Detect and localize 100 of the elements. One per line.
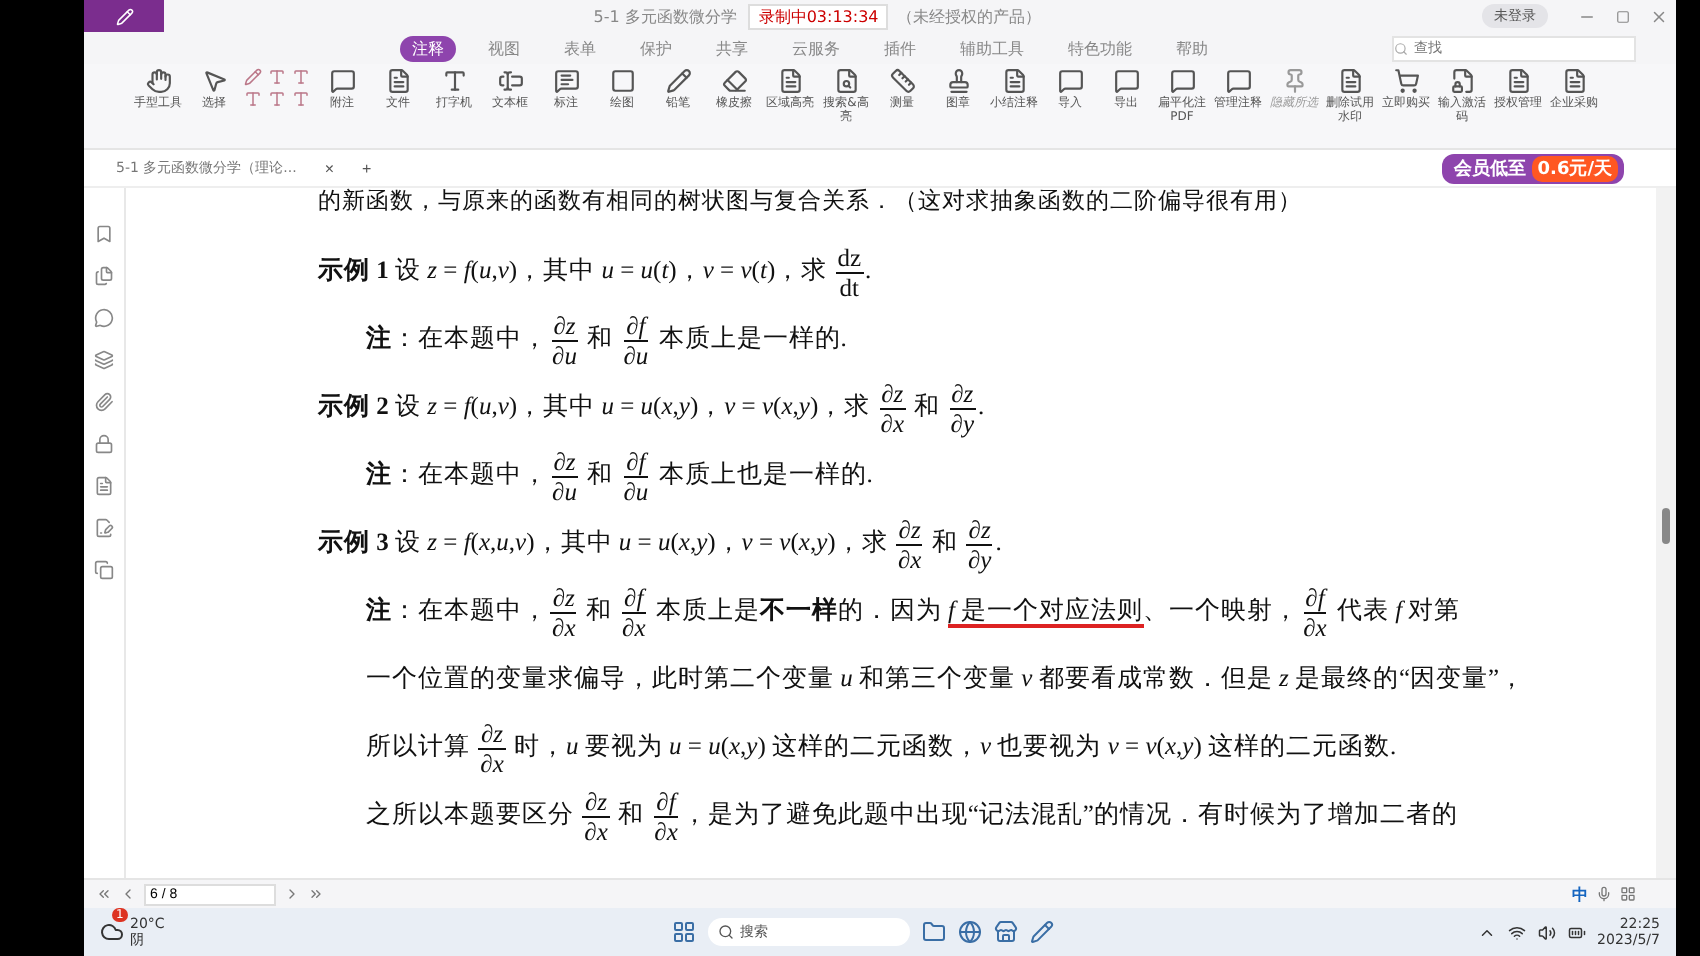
scrollbar[interactable] (1656, 188, 1676, 878)
math-text: ：在本题中， (392, 596, 548, 624)
layers-icon[interactable] (94, 350, 114, 370)
math-text: 此时第二个变量 u 和第三个变量 v 都要看成常数． (652, 664, 1221, 692)
math-text: . (865, 256, 872, 284)
fraction: ∂z ∂y (948, 379, 977, 438)
example-label: 注 (366, 596, 392, 624)
fraction: dz dt (835, 243, 864, 302)
battery-icon[interactable] (1567, 923, 1586, 941)
document-icon (777, 68, 803, 94)
math-text: 但是 z 是最终的“因变量”， (1220, 664, 1526, 692)
fraction: ∂f ∂x (620, 583, 648, 642)
fraction: ∂f ∂x (652, 787, 680, 846)
math-text: ：在本题中， (392, 324, 548, 352)
folder-icon[interactable] (922, 920, 946, 944)
ruler-icon (889, 68, 915, 94)
promo-label: 会员低至 (1453, 157, 1526, 181)
rectangle-icon (609, 68, 635, 94)
recording-timer: 录制中03:13:34 (748, 3, 889, 29)
previous-page-icon[interactable] (120, 886, 136, 902)
math-text: 和 (929, 528, 960, 556)
math-text: 一个位置的变量求偏导， (366, 664, 652, 692)
math-text: 所以计算 (366, 732, 472, 760)
math-text: ：在本题中， (392, 460, 548, 488)
fraction: ∂z ∂u (550, 447, 579, 506)
fraction: ∂f ∂u (621, 311, 651, 370)
math-text: 这样的二元函数. (1208, 732, 1397, 760)
math-text: 的新函数，与原来的函数有相同的树状图与复合关系．（这对求抽象函数的二阶偏导很有用） (318, 190, 1302, 214)
pin-icon (1281, 68, 1307, 94)
callout-icon (553, 68, 579, 94)
math-text: 代表 f 对第 (1334, 596, 1461, 624)
lock-icon[interactable] (94, 434, 114, 454)
globe-icon[interactable] (958, 920, 982, 944)
speech-bubble-icon (1225, 68, 1251, 94)
paperclip-icon[interactable] (94, 392, 114, 412)
math-text: . (995, 528, 1002, 556)
math-text: 、一个映射， (1143, 596, 1300, 624)
promo-badge[interactable]: 会员低至 0.6元/天 (1441, 153, 1624, 183)
new-tab-button[interactable]: + (362, 159, 372, 177)
store-icon[interactable] (994, 920, 1018, 944)
lock-document-icon (1449, 68, 1475, 94)
speaker-icon[interactable] (1537, 923, 1556, 941)
text-icon (441, 68, 467, 94)
math-text: 本质上是一样的. (656, 324, 847, 352)
math-text: 这样的二元函数， (772, 732, 981, 760)
pdf-app-icon[interactable] (1030, 920, 1054, 944)
fraction: ∂z ∂x (895, 515, 924, 574)
start-icon[interactable] (672, 920, 696, 944)
app-logo[interactable] (84, 0, 164, 32)
comment-icon[interactable] (94, 308, 114, 328)
math-text: 和 (616, 800, 646, 828)
math-text: 和 (912, 392, 943, 420)
fraction: ∂f ∂u (621, 447, 651, 506)
promo-price: 0.6元/天 (1531, 155, 1618, 181)
document-icon (1001, 68, 1027, 94)
input-method-label[interactable]: 中 (1572, 883, 1588, 905)
speech-bubble-icon (1057, 68, 1083, 94)
stamp-icon (945, 68, 971, 94)
copy-icon[interactable] (94, 560, 114, 580)
search-icon (833, 68, 859, 94)
tab-close[interactable]: × (324, 159, 335, 177)
fraction: ∂z ∂x (878, 379, 907, 438)
document-title: 5-1 多元函数微分学 (593, 5, 737, 27)
microphone-icon[interactable] (1596, 886, 1612, 902)
math-text: 时，u 要视为 u = u(x,y) (512, 732, 768, 760)
cart-icon (1393, 68, 1419, 94)
fraction: ∂z ∂y (965, 515, 994, 574)
text-box-icon (497, 68, 523, 94)
math-text: 本质上是不一样的．因为 (653, 596, 944, 624)
math-text: 之所以本题要区分 (366, 800, 576, 828)
example-label: 注 (366, 460, 392, 488)
pencil-icon (665, 68, 691, 94)
product-note: （未经授权的产品） (896, 5, 1041, 27)
wifi-icon[interactable] (1507, 923, 1526, 941)
document-icon (1505, 68, 1531, 94)
next-page-icon[interactable] (284, 886, 300, 902)
math-text: v 也要视为 v = v(x,y) (980, 732, 1204, 760)
grid-icon[interactable] (1620, 886, 1636, 902)
cloud-icon[interactable] (100, 920, 124, 944)
math-text: . (978, 392, 985, 420)
math-text: 设 z = f(x,u,v)，其中 u = u(x,y)，v = v(x,y)，求 (393, 528, 890, 556)
fraction: ∂f ∂x (1301, 583, 1329, 642)
hand-icon (145, 68, 171, 94)
menu-tab[interactable]: 注释 (400, 35, 456, 61)
signature-icon[interactable] (94, 518, 114, 538)
underlined-phrase: f 是一个对应法则 (948, 596, 1144, 628)
last-page-icon[interactable] (308, 886, 324, 902)
bookmark-icon[interactable] (94, 224, 114, 244)
eraser-icon (721, 68, 747, 94)
pages-icon[interactable] (94, 266, 114, 286)
example-label: 示例 1 (318, 256, 389, 284)
document-icon[interactable] (94, 476, 114, 496)
document-icon (1337, 68, 1363, 94)
speech-bubble-icon (329, 68, 355, 94)
math-text: 和 (583, 596, 614, 624)
text-markup-icon[interactable] (244, 68, 312, 108)
math-text: 设 z = f(u,v)，其中 u = u(t)，v = v(t)，求 (393, 256, 830, 284)
search-icon (718, 924, 734, 940)
math-text: 和 (585, 324, 616, 352)
first-page-icon[interactable] (96, 886, 112, 902)
